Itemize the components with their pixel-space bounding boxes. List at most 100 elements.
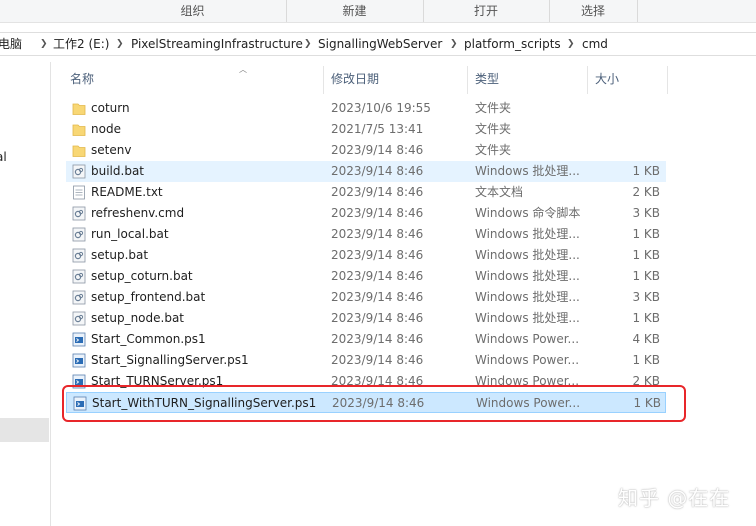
file-date-modified: 2023/9/14 8:46 xyxy=(331,311,424,325)
column-separator[interactable] xyxy=(467,66,468,94)
file-name: node xyxy=(91,122,121,136)
file-row[interactable]: setup_coturn.bat 2023/9/14 8:46 Windows 批处… xyxy=(66,266,666,287)
folder-row[interactable]: setenv 2023/9/14 8:46 文件夹 xyxy=(66,140,666,161)
file-row[interactable]: build.bat 2023/9/14 8:46 Windows 批处理... 1 K… xyxy=(66,161,666,182)
file-size: 4 KB xyxy=(632,332,660,346)
powershell-script-icon xyxy=(72,353,86,368)
file-name: setenv xyxy=(91,143,132,157)
file-date-modified: 2023/9/14 8:46 xyxy=(331,290,424,304)
column-header-type[interactable]: 类型 xyxy=(475,66,585,92)
batch-file-icon xyxy=(72,311,86,326)
file-date-modified: 2023/9/14 8:46 xyxy=(331,206,424,220)
ribbon-group-new[interactable]: 新建 xyxy=(287,0,422,22)
batch-file-icon xyxy=(72,164,86,179)
file-size: 3 KB xyxy=(632,290,660,304)
file-name: Start_SignallingServer.ps1 xyxy=(91,353,249,367)
file-type: 文件夹 xyxy=(475,122,512,136)
chevron-right-icon[interactable]: ❯ xyxy=(116,33,124,55)
file-date-modified: 2023/10/6 19:55 xyxy=(331,101,431,115)
column-separator[interactable] xyxy=(587,66,588,94)
batch-file-icon xyxy=(72,269,86,284)
breadcrumb-this-pc[interactable]: 电脑 xyxy=(0,33,22,55)
file-size xyxy=(590,119,660,140)
column-header-date[interactable]: 修改日期 xyxy=(331,66,471,92)
column-separator[interactable] xyxy=(323,66,324,94)
batch-file-icon xyxy=(72,206,86,221)
file-size: 1 KB xyxy=(632,248,660,262)
column-header: ︿ 名称 修改日期 类型 大小 xyxy=(50,65,756,94)
batch-file-icon xyxy=(72,290,86,305)
file-row[interactable]: README.txt 2023/9/14 8:46 文本文档 2 KB xyxy=(66,182,666,203)
file-size: 1 KB xyxy=(632,311,660,325)
file-size xyxy=(590,140,660,161)
file-type: 文件夹 xyxy=(475,143,512,157)
breadcrumb-platform-scripts[interactable]: platform_scripts xyxy=(464,33,561,55)
file-size: 1 KB xyxy=(632,269,660,283)
file-type: Windows 批处理... xyxy=(475,164,580,178)
navigation-pane[interactable]: al xyxy=(0,62,51,526)
breadcrumb-signalling[interactable]: SignallingWebServer xyxy=(318,33,442,55)
chevron-right-icon[interactable]: ❯ xyxy=(450,33,458,55)
chevron-right-icon[interactable]: ❯ xyxy=(567,33,575,55)
file-date-modified: 2023/9/14 8:46 xyxy=(331,185,424,199)
nav-item-label[interactable]: al xyxy=(0,150,7,164)
file-type: Windows Power... xyxy=(475,353,580,367)
column-header-name[interactable]: 名称 xyxy=(70,66,320,92)
file-row[interactable]: Start_SignallingServer.ps1 2023/9/14 8:46… xyxy=(66,350,666,371)
folder-icon xyxy=(72,143,86,158)
column-separator[interactable] xyxy=(667,66,668,94)
file-type: Windows 批处理... xyxy=(475,269,580,283)
file-name: README.txt xyxy=(91,185,163,199)
file-type: Windows 命令脚本 xyxy=(475,206,581,220)
file-type: Windows 批处理... xyxy=(475,311,580,325)
file-name: setup.bat xyxy=(91,248,149,262)
ribbon-separator xyxy=(637,0,638,22)
folder-icon xyxy=(72,101,86,116)
chevron-right-icon[interactable]: ❯ xyxy=(40,33,48,55)
file-date-modified: 2023/9/14 8:46 xyxy=(331,248,424,262)
file-name: Start_Common.ps1 xyxy=(91,332,206,346)
file-date-modified: 2021/7/5 13:41 xyxy=(331,122,424,136)
file-size: 1 KB xyxy=(632,353,660,367)
batch-file-icon xyxy=(72,248,86,263)
file-row[interactable]: setup.bat 2023/9/14 8:46 Windows 批处理... 1 K… xyxy=(66,245,666,266)
column-header-size[interactable]: 大小 xyxy=(595,66,665,92)
file-size: 2 KB xyxy=(632,185,660,199)
chevron-right-icon[interactable]: ❯ xyxy=(304,33,312,55)
file-row[interactable]: Start_Common.ps1 2023/9/14 8:46 Windows Po… xyxy=(66,329,666,350)
ribbon-bar: 组织 新建 打开 选择 xyxy=(0,0,756,23)
file-size: 3 KB xyxy=(632,206,660,220)
file-type: Windows 批处理... xyxy=(475,227,580,241)
nav-selected-item[interactable] xyxy=(0,418,49,442)
powershell-script-icon xyxy=(72,332,86,347)
file-date-modified: 2023/9/14 8:46 xyxy=(331,332,424,346)
file-row[interactable]: run_local.bat 2023/9/14 8:46 Windows 批处理..… xyxy=(66,224,666,245)
breadcrumb-cmd[interactable]: cmd xyxy=(582,33,608,55)
ribbon-group-open[interactable]: 打开 xyxy=(424,0,548,22)
text-file-icon xyxy=(72,185,86,200)
file-date-modified: 2023/9/14 8:46 xyxy=(331,143,424,157)
file-name: build.bat xyxy=(91,164,144,178)
file-name: refreshenv.cmd xyxy=(91,206,185,220)
ribbon-group-select[interactable]: 选择 xyxy=(550,0,636,22)
file-row[interactable]: refreshenv.cmd 2023/9/14 8:46 Windows 命令脚本… xyxy=(66,203,666,224)
folder-row[interactable]: node 2021/7/5 13:41 文件夹 xyxy=(66,119,666,140)
breadcrumb-drive[interactable]: 工作2 (E:) xyxy=(53,33,109,55)
ribbon-group-organize[interactable]: 组织 xyxy=(100,0,285,22)
address-bar[interactable]: 电脑 ❯ 工作2 (E:) ❯ PixelStreamingInfrastruc… xyxy=(0,32,756,56)
file-date-modified: 2023/9/14 8:46 xyxy=(331,227,424,241)
file-type: 文件夹 xyxy=(475,101,512,115)
file-name: run_local.bat xyxy=(91,227,169,241)
file-name: coturn xyxy=(91,101,130,115)
folder-row[interactable]: coturn 2023/10/6 19:55 文件夹 xyxy=(66,98,666,119)
breadcrumb-pixelstreaming[interactable]: PixelStreamingInfrastructure xyxy=(131,33,303,55)
file-name: setup_coturn.bat xyxy=(91,269,193,283)
folder-icon xyxy=(72,122,86,137)
file-type: Windows Power... xyxy=(475,332,580,346)
file-date-modified: 2023/9/14 8:46 xyxy=(331,164,424,178)
annotation-highlight-box xyxy=(62,385,686,422)
file-name: setup_node.bat xyxy=(91,311,184,325)
file-row[interactable]: setup_node.bat 2023/9/14 8:46 Windows 批处理.… xyxy=(66,308,666,329)
file-date-modified: 2023/9/14 8:46 xyxy=(331,353,424,367)
file-row[interactable]: setup_frontend.bat 2023/9/14 8:46 Windows … xyxy=(66,287,666,308)
